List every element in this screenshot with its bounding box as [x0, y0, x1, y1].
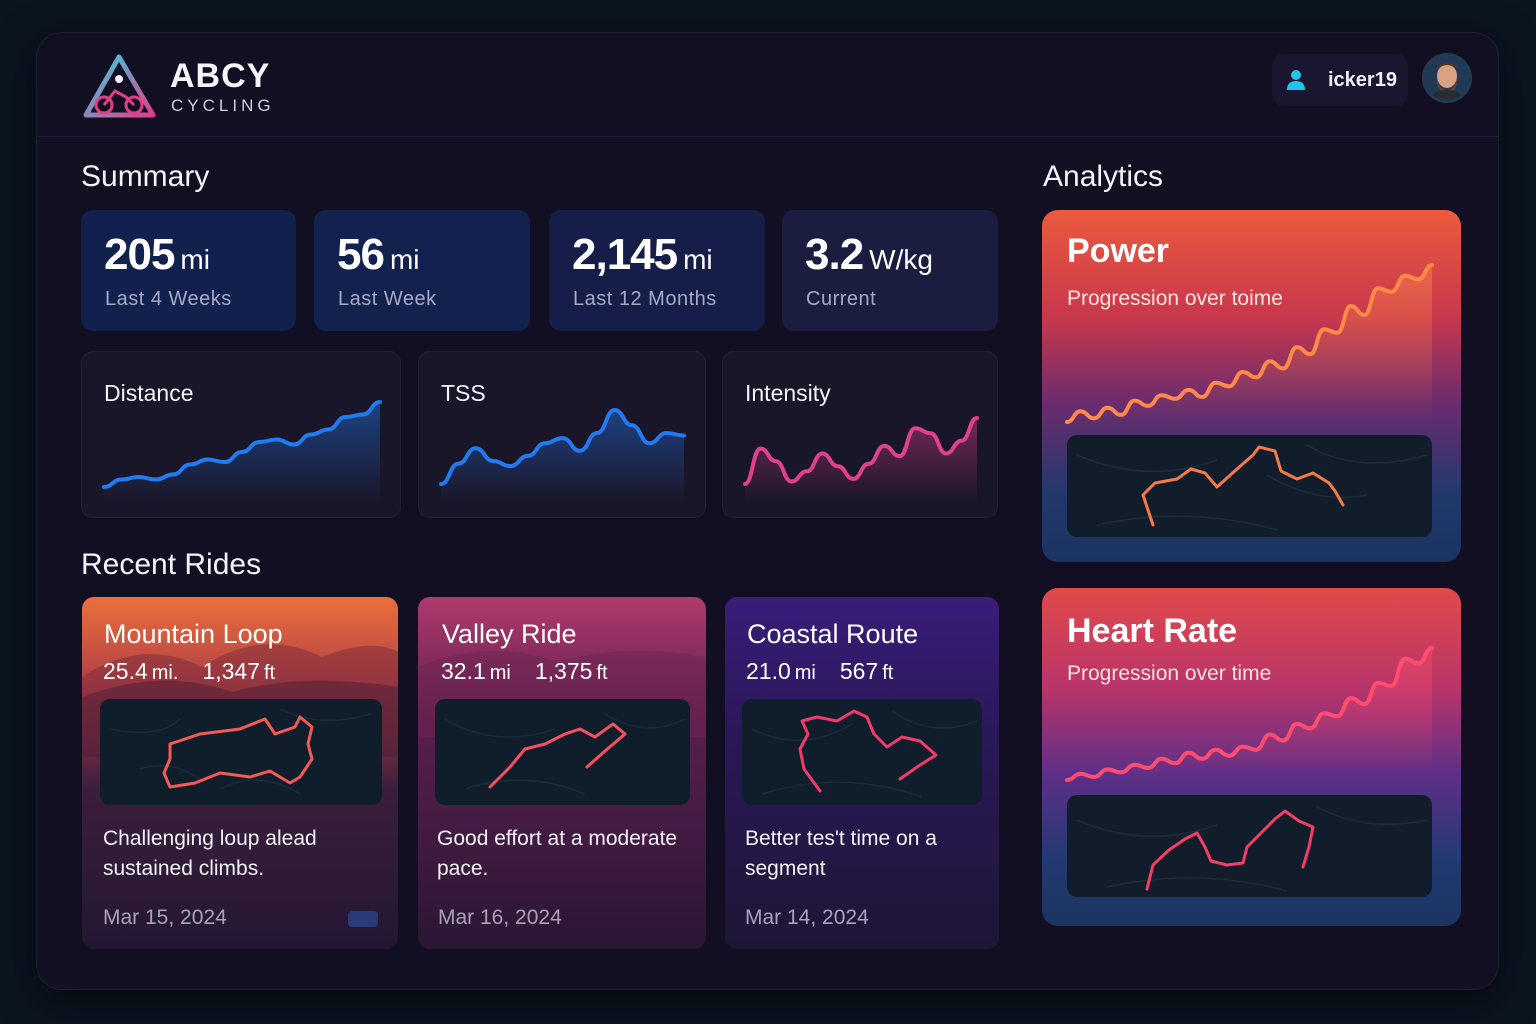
analytics-card-heart-rate[interactable]: Heart Rate Progression over time: [1042, 588, 1461, 926]
stat-card-current[interactable]: 3.2 W/kg Current: [782, 210, 998, 331]
stat-label: Last Week: [338, 288, 437, 310]
stat-card-last-week[interactable]: 56 mi Last Week: [314, 210, 530, 331]
stat-label: Last 4 Weeks: [105, 288, 232, 310]
abcy-logo-icon: [83, 54, 156, 118]
ride-name: Coastal Route: [747, 619, 919, 649]
ride-card-valley-ride[interactable]: Valley Ride 32.1 mi 1,375 ft Good effort at…: [418, 597, 706, 949]
ride-name: Valley Ride: [442, 619, 577, 649]
trend-card-distance[interactable]: Distance: [81, 351, 401, 518]
trend-card-intensity[interactable]: Intensity: [722, 351, 998, 518]
route-line: [162, 715, 314, 789]
route-line: [1145, 809, 1315, 891]
recent-rides-title: Recent Rides: [81, 548, 262, 581]
user-icon: [1287, 70, 1305, 90]
distance-sparkline: [102, 400, 382, 502]
heart-rate-route-map[interactable]: [1067, 795, 1432, 897]
route-map-svg: [444, 713, 686, 795]
ride-description: Good effort at a moderate pace.: [437, 827, 678, 880]
route-map-svg: [1076, 806, 1428, 892]
intensity-trend-area: [745, 418, 977, 502]
brand-name: ABCY: [170, 57, 271, 95]
ride-route-map[interactable]: [742, 699, 982, 805]
stat-label: Last 12 Months: [573, 288, 717, 310]
user-menu-button[interactable]: icker19: [1272, 54, 1408, 106]
trend-card-tss[interactable]: TSS: [418, 351, 706, 518]
ride-stats: 32.1 mi 1,375 ft: [441, 658, 608, 684]
analytics-title: Analytics: [1043, 160, 1164, 193]
tss-trend-area: [441, 410, 684, 502]
heart-rate-progression-area: [1067, 648, 1432, 780]
avatar-photo-icon: [1425, 56, 1469, 100]
route-map-svg: [1076, 444, 1428, 531]
app-window: ABCY CYCLING icker19 Summary 205 mi Last …: [36, 32, 1499, 990]
ride-description: Challenging loup alead sustained climbs.: [103, 827, 317, 880]
stat-value: 56 mi: [337, 230, 420, 279]
ride-name: Mountain Loop: [104, 619, 283, 649]
stat-card-last-12-months[interactable]: 2,145 mi Last 12 Months: [549, 210, 765, 331]
ride-date: Mar 15, 2024: [103, 906, 227, 929]
ride-stats: 25.4 mi. 1,347 ft: [103, 658, 276, 684]
avatar[interactable]: [1422, 53, 1472, 103]
tss-sparkline: [439, 407, 686, 502]
intensity-sparkline: [743, 416, 979, 502]
ride-card-mountain-loop[interactable]: Mountain Loop 25.4 mi. 1,347 ft Challenging…: [82, 597, 398, 949]
route-line: [488, 722, 627, 789]
header: ABCY CYCLING icker19: [37, 33, 1498, 137]
route-map-svg: [751, 709, 978, 798]
ride-route-map[interactable]: [100, 699, 382, 805]
analytics-card-power[interactable]: Power Progression over toime: [1042, 210, 1461, 562]
ride-card-coastal-route[interactable]: Coastal Route 21.0 mi 567 ft Better tes't t…: [725, 597, 999, 949]
stat-card-last-4-weeks[interactable]: 205 mi Last 4 Weeks: [81, 210, 296, 331]
ride-date: Mar 16, 2024: [438, 906, 562, 929]
brand-subtitle: CYCLING: [171, 96, 275, 115]
ride-badge: [348, 911, 378, 927]
stat-value: 2,145 mi: [572, 230, 713, 279]
route-line: [1141, 445, 1345, 527]
stat-label: Current: [806, 288, 877, 310]
power-route-map[interactable]: [1067, 435, 1432, 537]
route-map-svg: [109, 708, 371, 795]
stat-value: 3.2 W/kg: [805, 230, 933, 279]
ride-date: Mar 14, 2024: [745, 906, 869, 929]
ride-stats: 21.0 mi 567 ft: [746, 658, 894, 684]
stat-value: 205 mi: [104, 230, 210, 279]
username: icker19: [1328, 69, 1397, 91]
summary-title: Summary: [81, 160, 210, 193]
ride-route-map[interactable]: [435, 699, 690, 805]
ride-description: Better tes't time on a segment: [745, 827, 937, 880]
